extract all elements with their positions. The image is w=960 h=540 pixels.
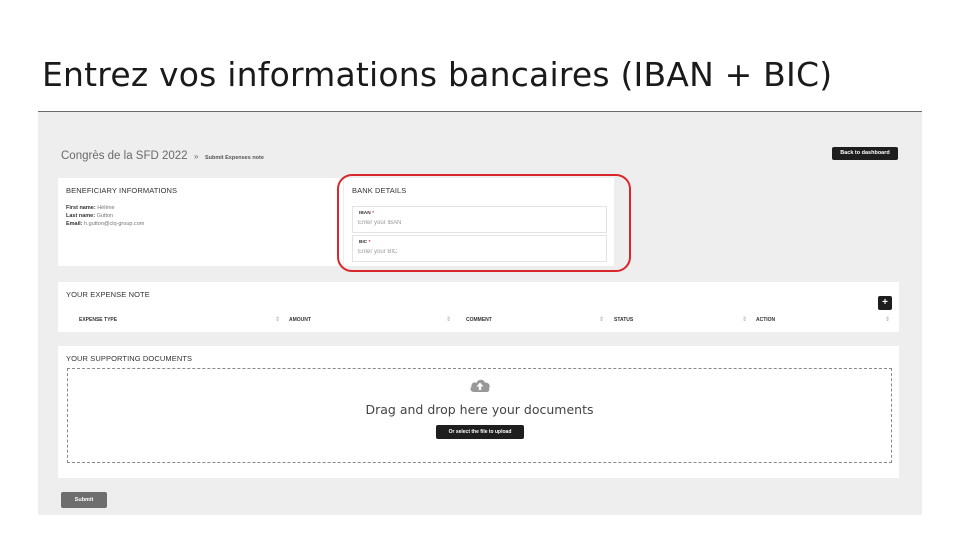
- expense-note-card: YOUR EXPENSE NOTE + EXPENSE TYPE ⇕ AMOUN…: [58, 282, 899, 332]
- back-to-dashboard-button[interactable]: Back to dashboard: [832, 147, 898, 160]
- first-name-label: First name:: [66, 205, 96, 211]
- beneficiary-title: BENEFICIARY INFORMATIONS: [66, 186, 178, 195]
- submit-button[interactable]: Submit: [61, 492, 107, 508]
- iban-field: IBAN *: [352, 206, 607, 233]
- column-expense-type[interactable]: EXPENSE TYPE: [79, 317, 117, 323]
- column-status[interactable]: STATUS: [614, 317, 633, 323]
- bank-details-card: BANK DETAILS IBAN * BIC *: [344, 178, 614, 266]
- sort-icon[interactable]: ⇕: [446, 317, 451, 323]
- slide-title: Entrez vos informations bancaires (IBAN …: [42, 55, 833, 94]
- add-expense-button[interactable]: +: [878, 296, 892, 310]
- event-title: Congrès de la SFD 2022: [61, 150, 188, 162]
- page-title: Submit Expenses note: [204, 155, 264, 161]
- sort-icon[interactable]: ⇕: [599, 317, 604, 323]
- column-comment[interactable]: COMMENT: [466, 317, 492, 323]
- expense-note-title: YOUR EXPENSE NOTE: [66, 290, 150, 299]
- column-action[interactable]: ACTION: [756, 317, 775, 323]
- bic-label: BIC *: [359, 240, 371, 245]
- cloud-upload-icon: [470, 379, 490, 392]
- iban-label: IBAN *: [359, 211, 374, 216]
- email-line: Email: h.gutton@clq-group.com: [66, 221, 144, 227]
- supporting-documents-title: YOUR SUPPORTING DOCUMENTS: [66, 354, 193, 363]
- document-dropzone[interactable]: Drag and drop here your documents Or sel…: [67, 368, 892, 463]
- bic-input[interactable]: [358, 247, 598, 257]
- last-name-value: Gutton: [96, 213, 114, 219]
- sort-icon[interactable]: ⇕: [275, 317, 280, 323]
- select-file-button[interactable]: Or select the file to upload: [436, 425, 524, 439]
- last-name-line: Last name: Gutton: [66, 213, 113, 219]
- last-name-label: Last name:: [66, 213, 96, 219]
- supporting-documents-card: YOUR SUPPORTING DOCUMENTS Drag and drop …: [58, 346, 899, 478]
- breadcrumb: Congrès de la SFD 2022 » Submit Expenses…: [61, 146, 264, 164]
- column-amount[interactable]: AMOUNT: [289, 317, 311, 323]
- iban-input[interactable]: [358, 218, 598, 228]
- bank-details-title: BANK DETAILS: [352, 186, 407, 195]
- required-marker: *: [372, 211, 374, 216]
- bic-field: BIC *: [352, 235, 607, 262]
- sort-icon[interactable]: ⇕: [742, 317, 747, 323]
- dropzone-text: Drag and drop here your documents: [365, 402, 594, 417]
- email-value: h.gutton@clq-group.com: [84, 221, 145, 227]
- first-name-line: First name: Hélène: [66, 205, 115, 211]
- app-screenshot: Congrès de la SFD 2022 » Submit Expenses…: [38, 112, 922, 515]
- first-name-value: Hélène: [97, 205, 115, 211]
- sort-icon[interactable]: ⇕: [885, 317, 890, 323]
- email-label: Email:: [66, 221, 83, 227]
- beneficiary-card: BENEFICIARY INFORMATIONS First name: Hél…: [58, 178, 343, 266]
- required-marker: *: [368, 240, 371, 245]
- breadcrumb-separator: »: [194, 152, 199, 161]
